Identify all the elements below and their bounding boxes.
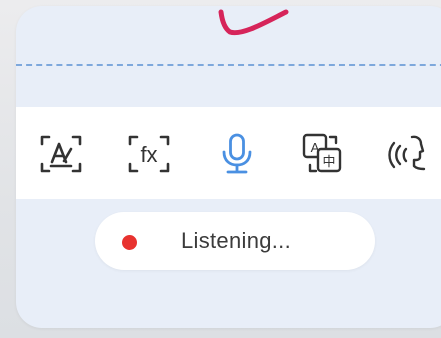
input-panel: fx A 中 Listening...	[16, 6, 441, 328]
status-text: Listening...	[181, 228, 292, 253]
translate-icon: A 中	[302, 133, 342, 173]
translate-button[interactable]: A 中	[298, 129, 348, 179]
handwriting-stroke	[218, 9, 289, 36]
formula-icon: fx	[128, 135, 170, 173]
microphone-icon	[222, 133, 252, 174]
input-toolbar: fx A 中	[16, 107, 441, 199]
formula-label: fx	[140, 142, 157, 167]
voice-speech-button[interactable]	[384, 129, 434, 179]
text-recognition-icon	[40, 135, 82, 173]
translate-target-label: 中	[322, 155, 335, 170]
translate-source-label: A	[311, 140, 320, 155]
recording-indicator	[122, 235, 137, 250]
listening-status: Listening...	[95, 212, 375, 270]
voice-speech-icon	[388, 135, 426, 171]
formula-button[interactable]: fx	[124, 129, 174, 179]
baseline-guide	[16, 64, 441, 66]
text-recognition-button[interactable]	[36, 129, 86, 179]
microphone-button[interactable]	[212, 129, 262, 179]
